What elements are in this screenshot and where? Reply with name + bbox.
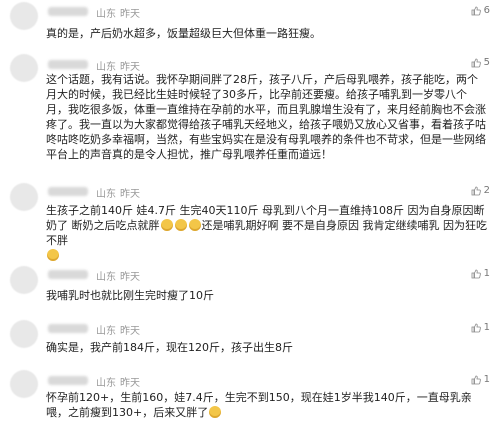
like-button[interactable]: 1: [471, 268, 490, 279]
location-label: 山东: [96, 378, 116, 389]
location-label: 山东: [96, 272, 116, 283]
like-count: 1: [483, 374, 490, 385]
comment-text: 怀孕前120+，生前160，娃7.4斤，生完不到150，现在娃1岁半我140斤，…: [46, 390, 488, 420]
thumb-up-icon: [471, 186, 481, 195]
face-emoji-icon: [160, 219, 173, 231]
comment-item: 山东 昨天 6 真的是，产后奶水超多，饭量超级巨大但体重一路狂瘦。: [0, 0, 500, 44]
avatar[interactable]: [10, 266, 38, 294]
comment-item: 山东 昨天 1 确实是，我产前184斤，现在120斤，孩子出生8斤: [0, 318, 500, 358]
like-count: 1: [483, 322, 490, 333]
comment-meta: 山东 昨天: [48, 268, 140, 283]
time-label: 昨天: [120, 326, 140, 337]
like-count: 5: [483, 57, 490, 68]
like-button[interactable]: 5: [471, 57, 490, 68]
comment-text: 这个话题，我有话说。我怀孕期间胖了28斤，孩子八斤，产后母乳喂养，孩子能吃，两个…: [46, 73, 486, 161]
location-label: 山东: [96, 189, 116, 200]
username-blurred[interactable]: [48, 270, 88, 279]
avatar[interactable]: [10, 320, 38, 348]
like-count: 1: [483, 268, 490, 279]
thumb-up-icon: [471, 269, 481, 278]
time-label: 昨天: [120, 272, 140, 283]
comment-text: 真的是，产后奶水超多，饭量超级巨大但体重一路狂瘦。: [46, 27, 321, 40]
like-button[interactable]: 1: [471, 322, 490, 333]
time-label: 昨天: [120, 378, 140, 389]
username-blurred[interactable]: [48, 376, 88, 385]
username-blurred[interactable]: [48, 7, 88, 16]
comment-meta: 山东 昨天: [48, 185, 140, 200]
face-emoji-icon: [174, 219, 187, 231]
comment-text: 确实是，我产前184斤，现在120斤，孩子出生8斤: [46, 341, 293, 354]
thumb-up-icon: [471, 58, 481, 67]
location-label: 山东: [96, 326, 116, 337]
comment-item: 山东 昨天 1 怀孕前120+，生前160，娃7.4斤，生完不到150，现在娃1…: [0, 368, 500, 429]
comment-text: 生孩子之前140斤 娃4.7斤 生完40天110斤 母乳到八个月一直维持108斤…: [46, 203, 488, 263]
avatar[interactable]: [10, 2, 38, 30]
like-count: 6: [483, 5, 490, 16]
username-blurred[interactable]: [48, 324, 88, 333]
like-button[interactable]: 2: [471, 185, 490, 196]
location-label: 山东: [96, 9, 116, 20]
face-emoji-icon: [209, 406, 222, 418]
username-blurred[interactable]: [48, 60, 88, 69]
comment-item: 山东 昨天 1 我哺乳时也就比刚生完时瘦了10斤: [0, 264, 500, 304]
face-emoji-icon: [47, 249, 59, 261]
comment-text-part: 怀孕前120+，生前160，娃7.4斤，生完不到150，现在娃1岁半我140斤，…: [46, 391, 472, 419]
username-blurred[interactable]: [48, 187, 88, 196]
comment-text: 我哺乳时也就比刚生完时瘦了10斤: [46, 289, 214, 302]
thumb-up-icon: [471, 6, 481, 15]
time-label: 昨天: [120, 189, 140, 200]
like-button[interactable]: 1: [471, 374, 490, 385]
comment-meta: 山东 昨天: [48, 374, 140, 389]
comment-meta: 山东 昨天: [48, 5, 140, 20]
avatar[interactable]: [10, 370, 38, 398]
thumb-up-icon: [471, 323, 481, 332]
like-count: 2: [483, 185, 490, 196]
comment-meta: 山东 昨天: [48, 58, 140, 73]
time-label: 昨天: [120, 62, 140, 73]
avatar[interactable]: [10, 183, 38, 211]
avatar[interactable]: [10, 54, 38, 82]
comment-meta: 山东 昨天: [48, 322, 140, 337]
time-label: 昨天: [120, 9, 140, 20]
face-emoji-icon: [188, 219, 201, 231]
comment-item: 山东 昨天 2 生孩子之前140斤 娃4.7斤 生完40天110斤 母乳到八个月…: [0, 181, 500, 261]
like-button[interactable]: 6: [471, 5, 490, 16]
location-label: 山东: [96, 62, 116, 73]
thumb-up-icon: [471, 375, 481, 384]
comment-item: 山东 昨天 5 这个话题，我有话说。我怀孕期间胖了28斤，孩子八斤，产后母乳喂养…: [0, 52, 500, 176]
